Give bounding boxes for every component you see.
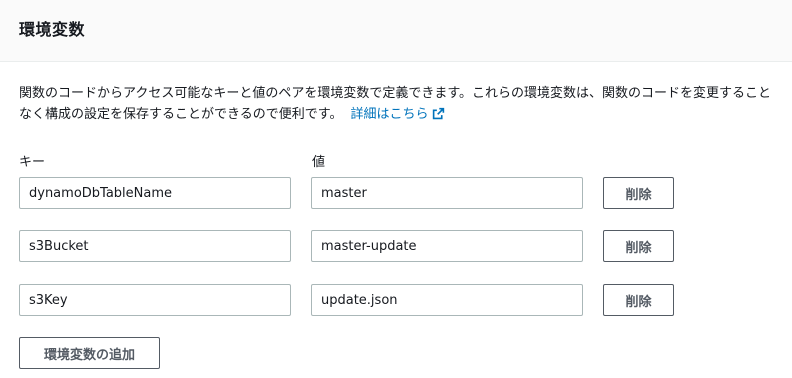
value-input-1[interactable] — [311, 177, 583, 209]
value-input-2[interactable] — [311, 230, 583, 262]
external-link-icon — [433, 107, 445, 120]
remove-button-3[interactable]: 削除 — [603, 284, 674, 316]
description: 関数のコードからアクセス可能なキーと値のペアを環境変数で定義できます。これらの環… — [19, 83, 781, 125]
value-input-3[interactable] — [311, 284, 583, 316]
key-input-1[interactable] — [19, 177, 291, 209]
learn-more-label: 詳細はこちら — [350, 107, 429, 122]
value-column-label: 値 — [312, 155, 326, 170]
key-input-2[interactable] — [19, 230, 291, 262]
panel-title: 環境変数 — [19, 20, 86, 39]
learn-more-link[interactable]: 詳細はこちら — [350, 107, 445, 122]
remove-button-2[interactable]: 削除 — [603, 230, 674, 262]
remove-button-1[interactable]: 削除 — [603, 177, 674, 209]
panel-header: 環境変数 — [0, 0, 792, 62]
key-column-label: キー — [19, 155, 46, 170]
add-environment-variable-button[interactable]: 環境変数の追加 — [19, 337, 160, 369]
key-input-3[interactable] — [19, 284, 291, 316]
